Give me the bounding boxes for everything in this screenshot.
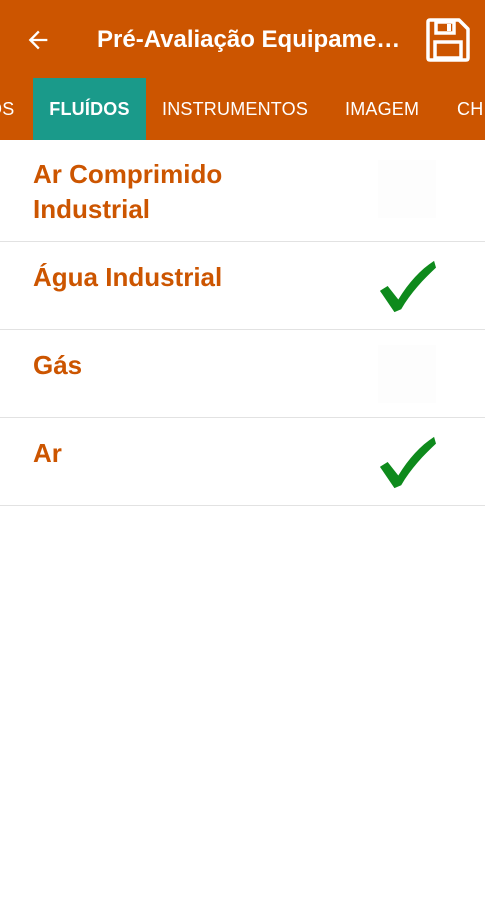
tab-label: OS <box>0 98 15 119</box>
list-item[interactable]: Água Industrial <box>0 242 485 330</box>
fluid-label: Água Industrial <box>33 262 223 292</box>
checkbox[interactable] <box>378 345 436 403</box>
tab-instrumentos[interactable]: INSTRUMENTOS <box>162 78 308 140</box>
save-button[interactable] <box>420 12 476 68</box>
back-button[interactable] <box>16 20 60 60</box>
checkmark-icon <box>379 260 436 313</box>
page-title: Pré-Avaliação Equipamento <box>97 26 402 53</box>
checkbox[interactable] <box>378 433 436 491</box>
app-toolbar: Pré-Avaliação Equipamento <box>0 0 485 78</box>
tab-fluidos[interactable]: FLUÍDOS <box>33 78 146 140</box>
tab-bar: OS FLUÍDOS INSTRUMENTOS IMAGEM CH <box>0 78 485 140</box>
tab-label: IMAGEM <box>345 98 420 119</box>
list-item[interactable]: Ar <box>0 418 485 506</box>
tab-ch[interactable]: CH <box>457 78 483 140</box>
fluid-list: Ar Comprimido Industrial Água Industrial… <box>0 140 485 506</box>
checkmark-icon <box>379 436 436 489</box>
fluid-label: Gás <box>33 350 83 380</box>
tab-label: CH <box>457 98 484 119</box>
checkbox[interactable] <box>378 257 436 315</box>
tab-label: INSTRUMENTOS <box>162 98 309 119</box>
checkbox[interactable] <box>378 160 436 218</box>
tab-label: FLUÍDOS <box>49 98 130 119</box>
list-item[interactable]: Gás <box>0 330 485 418</box>
list-item[interactable]: Ar Comprimido Industrial <box>0 140 485 242</box>
fluid-label: Ar Comprimido Industrial <box>33 159 223 224</box>
fluid-label: Ar <box>33 438 62 468</box>
floppy-disk-icon <box>426 18 470 62</box>
tab-imagem[interactable]: IMAGEM <box>345 78 419 140</box>
tab-os[interactable]: OS <box>0 78 18 140</box>
arrow-left-icon <box>28 30 48 50</box>
